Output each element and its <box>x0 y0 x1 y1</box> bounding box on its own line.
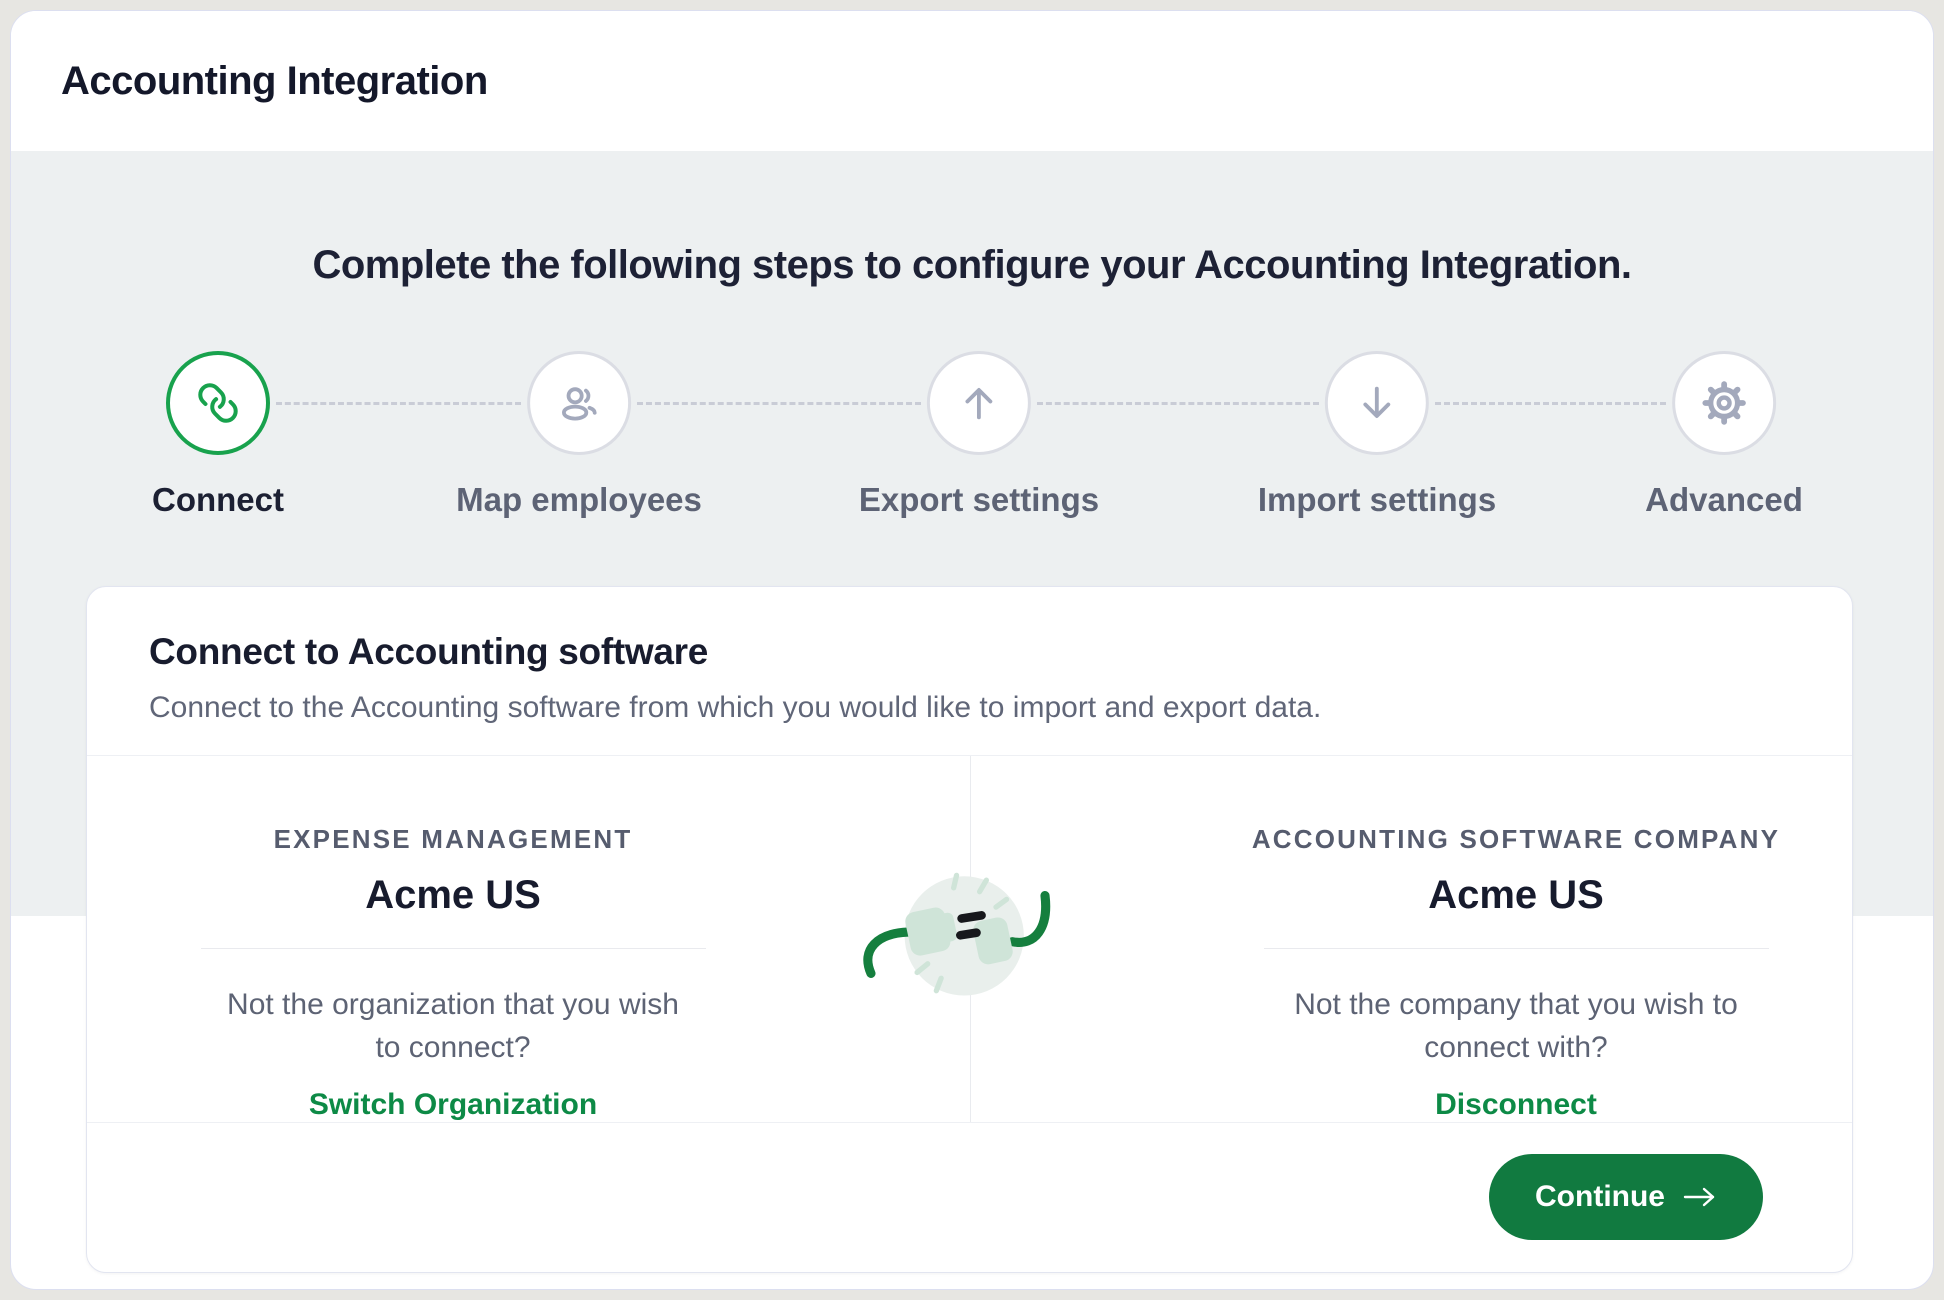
arrow-right-icon <box>1683 1186 1717 1208</box>
step-map-employees-circle <box>527 351 631 455</box>
step-advanced-circle <box>1672 351 1776 455</box>
step-advanced-label: Advanced <box>1645 481 1803 519</box>
wizard-stepper: Connect Map employees Export settings <box>11 351 1933 531</box>
connect-panel-body: EXPENSE MANAGEMENT Acme US Not the organ… <box>87 756 1852 1122</box>
page-title: Accounting Integration <box>61 59 488 104</box>
link-icon <box>195 380 241 426</box>
step-connect[interactable]: Connect <box>152 351 284 519</box>
expense-management-org-name: Acme US <box>175 873 731 918</box>
step-import-settings-circle <box>1325 351 1429 455</box>
connect-panel-header: Connect to Accounting software Connect t… <box>87 587 1852 756</box>
continue-button[interactable]: Continue <box>1489 1154 1763 1240</box>
step-map-employees[interactable]: Map employees <box>456 351 702 519</box>
panel-title: Connect to Accounting software <box>149 631 1790 673</box>
step-advanced[interactable]: Advanced <box>1645 351 1803 519</box>
plug-connection-illustration <box>845 844 1095 1024</box>
expense-management-column: EXPENSE MANAGEMENT Acme US Not the organ… <box>87 756 970 1122</box>
accounting-company-name: Acme US <box>1238 873 1794 918</box>
step-export-settings-label: Export settings <box>859 481 1099 519</box>
disconnect-link[interactable]: Disconnect <box>1435 1088 1597 1122</box>
arrow-up-icon <box>956 380 1002 426</box>
step-connect-label: Connect <box>152 481 284 519</box>
org-name-divider <box>1264 948 1769 949</box>
switch-organization-link[interactable]: Switch Organization <box>309 1088 597 1122</box>
wizard-heading: Complete the following steps to configur… <box>11 243 1933 288</box>
step-export-settings-circle <box>927 351 1031 455</box>
step-export-settings[interactable]: Export settings <box>859 351 1099 519</box>
switch-org-question: Not the organization that you wish to co… <box>218 983 688 1070</box>
panel-subtitle: Connect to the Accounting software from … <box>149 691 1790 725</box>
connect-panel-footer: Continue <box>87 1122 1852 1272</box>
arrow-down-icon <box>1354 380 1400 426</box>
accounting-software-column: ACCOUNTING SOFTWARE COMPANY Acme US Not … <box>970 756 1853 1122</box>
users-icon <box>555 379 603 427</box>
step-import-settings-label: Import settings <box>1258 481 1496 519</box>
continue-button-label: Continue <box>1535 1180 1665 1214</box>
step-map-employees-label: Map employees <box>456 481 702 519</box>
step-connect-circle <box>166 351 270 455</box>
disconnect-question: Not the company that you wish to connect… <box>1281 983 1751 1070</box>
expense-management-label: EXPENSE MANAGEMENT <box>175 824 731 855</box>
org-name-divider <box>201 948 706 949</box>
titlebar: Accounting Integration <box>11 11 1933 151</box>
accounting-software-label: ACCOUNTING SOFTWARE COMPANY <box>1238 824 1794 855</box>
connect-panel: Connect to Accounting software Connect t… <box>86 586 1853 1273</box>
step-import-settings[interactable]: Import settings <box>1258 351 1496 519</box>
gear-icon <box>1700 379 1748 427</box>
accounting-integration-window: Accounting Integration Complete the foll… <box>10 10 1934 1290</box>
